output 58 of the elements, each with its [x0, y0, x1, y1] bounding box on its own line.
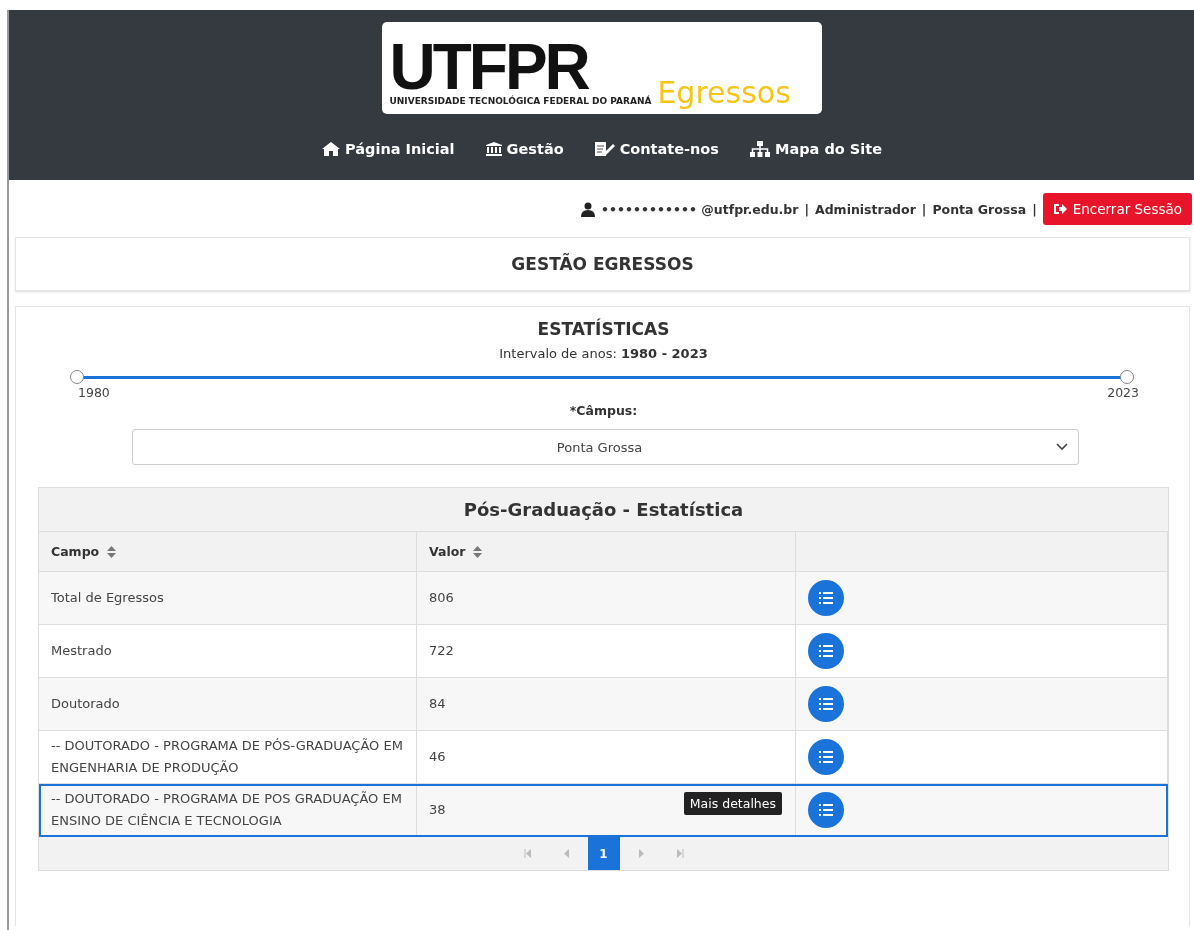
year-range-slider[interactable]	[70, 371, 1135, 385]
logo-subtitle: UNIVERSIDADE TECNOLÓGICA FEDERAL DO PARANÁ	[389, 96, 652, 106]
page-title: GESTÃO EGRESSOS	[511, 254, 694, 274]
table-row[interactable]: Doutorado 84	[39, 678, 1168, 731]
logout-button[interactable]: Encerrar Sessão	[1042, 193, 1192, 225]
table-cell: 722	[417, 625, 796, 677]
logo-wordmark: UTFPR	[389, 38, 590, 96]
table-cell: 806	[417, 572, 796, 624]
bank-icon	[484, 141, 503, 157]
nav-link[interactable]: Contate-nos	[593, 140, 719, 158]
sitemap-icon	[748, 140, 771, 158]
table-cell: Mestrado	[39, 625, 417, 677]
user-campus: Ponta Grossa	[932, 201, 1027, 217]
list-icon	[808, 739, 844, 775]
details-button[interactable]	[808, 580, 844, 616]
list-icon	[808, 633, 844, 669]
table-cell: 46	[417, 731, 796, 783]
document-pen-icon	[593, 141, 616, 157]
details-button[interactable]	[808, 792, 844, 828]
separator: |	[921, 201, 927, 217]
sign-out-icon	[1052, 203, 1067, 215]
tooltip: Mais detalhes	[683, 792, 782, 815]
separator: |	[1032, 201, 1037, 217]
separator: |	[804, 201, 809, 217]
chevron-down-icon	[1056, 443, 1068, 451]
campus-select[interactable]: Ponta Grossa	[132, 429, 1079, 465]
table-cell: Total de Egressos	[39, 572, 417, 624]
slider-min-label: 1980	[78, 385, 110, 400]
user-role: Administrador	[815, 201, 916, 217]
user-email: •••••••••••• @utfpr.edu.br	[601, 201, 799, 217]
page-button[interactable]: 1	[587, 837, 620, 870]
list-icon	[808, 792, 844, 828]
table-title: Pós-Graduação - Estatística	[463, 499, 744, 520]
year-interval-text: Intervalo de anos: 1980 - 2023	[498, 346, 709, 361]
nav-link[interactable]: Mapa do Site	[748, 140, 882, 158]
campus-label: *Câmpus:	[568, 403, 639, 418]
table-cell: -- DOUTORADO - PROGRAMA DE PÓS-GRADUAÇÃO EM ENGENHARIA DE PRODUÇÃO	[39, 731, 417, 783]
logo-product-name: Egressos	[657, 75, 791, 110]
section-title: ESTATÍSTICAS	[536, 319, 671, 339]
list-icon	[808, 580, 844, 616]
slider-thumb[interactable]	[1120, 370, 1134, 384]
list-icon	[808, 686, 844, 722]
nav-link[interactable]: Gestão	[484, 140, 564, 158]
table-row[interactable]: -- DOUTORADO - PROGRAMA DE POS GRADUAÇÃO EM ENSINO DE CIÊNCIA E TECNOLOGIA 38 Mais detalhes	[39, 784, 1168, 837]
sort-icon	[107, 545, 117, 558]
details-button[interactable]	[808, 633, 844, 669]
table-cell: Doutorado	[39, 678, 417, 730]
sort-icon	[473, 545, 483, 558]
table-cell: 84	[417, 678, 796, 730]
details-button[interactable]	[808, 739, 844, 775]
nav-link[interactable]: Página Inicial	[321, 140, 455, 158]
table-cell: -- DOUTORADO - PROGRAMA DE POS GRADUAÇÃO EM ENSINO DE CIÊNCIA E TECNOLOGIA	[39, 784, 417, 836]
table-row[interactable]: Total de Egressos 806	[39, 572, 1168, 625]
user-icon	[581, 201, 596, 217]
details-button[interactable]	[808, 686, 844, 722]
slider-thumb[interactable]	[70, 370, 84, 384]
slider-max-label: 2023	[1107, 385, 1139, 400]
home-icon	[321, 141, 342, 157]
